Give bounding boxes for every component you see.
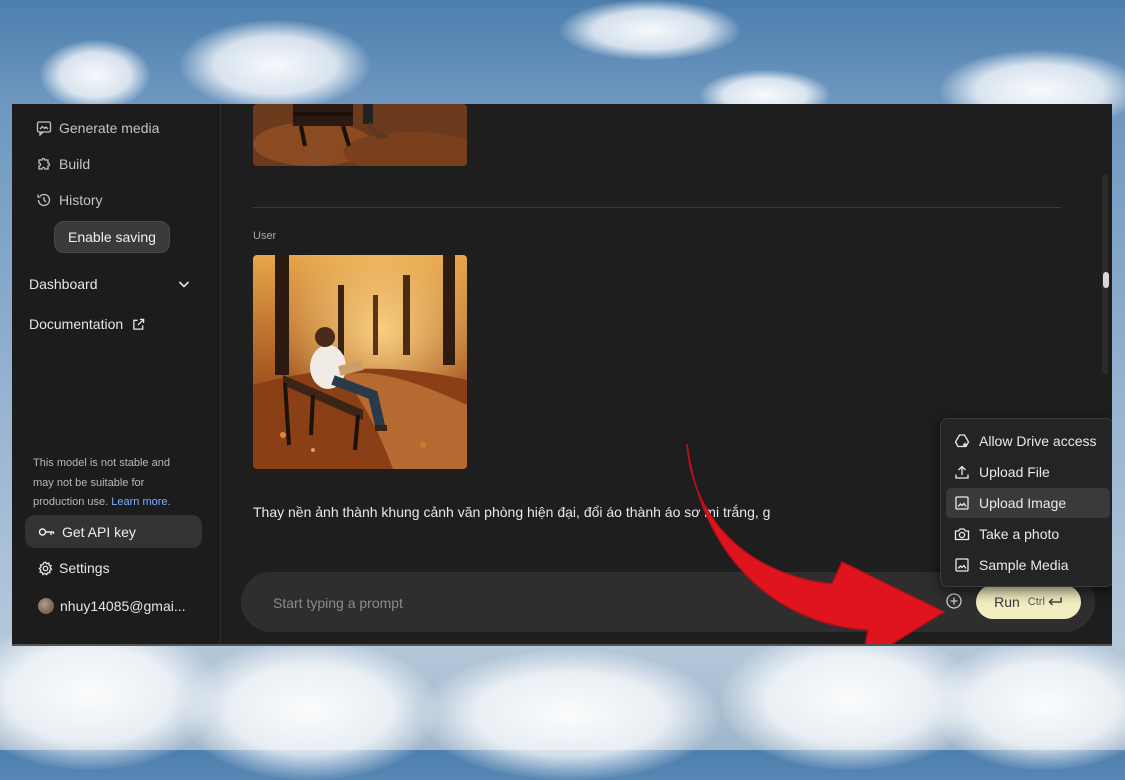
nav-build[interactable]: Build <box>36 153 90 175</box>
ctrl-label: Ctrl <box>1027 596 1045 608</box>
cloud <box>40 40 150 110</box>
documentation-label: Documentation <box>29 316 124 332</box>
menu-allow-drive-access[interactable]: Allow Drive access <box>946 426 1110 456</box>
cloud <box>180 20 370 110</box>
camera-icon <box>954 528 970 541</box>
enable-saving-button[interactable]: Enable saving <box>54 221 170 253</box>
nav-history[interactable]: History <box>36 189 103 211</box>
prompt-input[interactable] <box>271 592 915 614</box>
run-shortcut: Ctrl <box>1028 596 1063 608</box>
nav-label: History <box>59 192 103 208</box>
account-button[interactable]: nhuy14085@gmai... <box>38 598 186 614</box>
cloud <box>420 650 720 780</box>
get-api-key-button[interactable]: Get API key <box>25 515 202 548</box>
menu-label: Sample Media <box>979 557 1069 573</box>
puzzle-icon <box>38 157 51 170</box>
sidebar: Generate media Build History Enable savi… <box>12 104 221 644</box>
menu-sample-media[interactable]: Sample Media <box>946 550 1110 580</box>
avatar <box>38 598 54 614</box>
documentation-link[interactable]: Documentation <box>29 316 145 332</box>
dashboard-toggle[interactable]: Dashboard <box>29 276 191 292</box>
menu-take-photo[interactable]: Take a photo <box>946 519 1110 549</box>
nav-label: Build <box>59 156 91 172</box>
autumn-bench-photo <box>253 104 467 166</box>
api-key-label: Get API key <box>62 523 136 540</box>
enter-icon <box>1048 597 1062 606</box>
external-link-icon <box>133 318 145 330</box>
chevron-down-icon <box>178 281 190 288</box>
dashboard-label: Dashboard <box>29 276 98 292</box>
gear-icon <box>38 560 53 576</box>
nav-generate-media[interactable]: Generate media <box>36 117 159 139</box>
settings-button[interactable]: Settings <box>38 560 110 576</box>
scrollbar-thumb[interactable] <box>1103 272 1109 288</box>
upload-icon <box>955 465 969 479</box>
drive-add-icon <box>954 434 970 448</box>
cloud <box>180 640 440 780</box>
previous-image[interactable] <box>253 104 467 166</box>
menu-upload-image[interactable]: Upload Image <box>946 488 1110 518</box>
image-chat-icon <box>36 121 52 136</box>
menu-upload-file[interactable]: Upload File <box>946 457 1110 487</box>
attach-menu: Allow Drive access Upload File Upload Im… <box>940 418 1112 587</box>
run-label: Run <box>994 594 1020 610</box>
menu-label: Upload Image <box>979 495 1067 511</box>
nav-label: Generate media <box>59 120 160 136</box>
menu-label: Take a photo <box>979 526 1060 542</box>
history-icon <box>37 193 51 207</box>
account-email: nhuy14085@gmai... <box>60 598 186 614</box>
cloud <box>930 640 1125 770</box>
run-button[interactable]: Run Ctrl <box>976 585 1081 619</box>
image-icon <box>955 496 969 510</box>
message-divider <box>253 207 1061 208</box>
menu-label: Upload File <box>979 464 1050 480</box>
user-image[interactable] <box>253 255 467 469</box>
autumn-park-photo <box>253 255 467 469</box>
learn-more-link[interactable]: Learn more. <box>111 496 170 508</box>
user-role-label: User <box>253 230 277 242</box>
menu-label: Allow Drive access <box>979 433 1097 449</box>
user-message: Thay nền ảnh thành khung cảnh văn phòng … <box>253 504 771 520</box>
add-media-icon[interactable] <box>945 592 963 610</box>
model-notice: This model is not stable and may not be … <box>33 454 193 513</box>
app-window: Generate media Build History Enable savi… <box>12 104 1112 646</box>
cloud <box>560 0 740 60</box>
key-icon <box>38 527 55 536</box>
image-icon <box>955 558 969 572</box>
settings-label: Settings <box>59 560 110 576</box>
